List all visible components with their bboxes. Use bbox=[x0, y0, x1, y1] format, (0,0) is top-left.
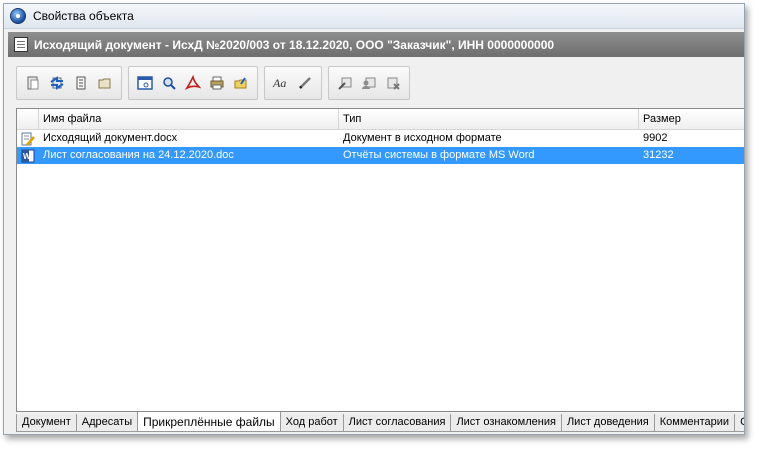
word-document-icon: W bbox=[17, 147, 39, 164]
file-type: Отчёты системы в формате MS Word bbox=[343, 149, 535, 161]
sign-user-icon[interactable] bbox=[358, 72, 380, 94]
pdf-icon[interactable] bbox=[182, 72, 204, 94]
list-header: Имя файла Тип Размер bbox=[17, 109, 744, 130]
file-size: 31232 bbox=[643, 149, 674, 161]
column-header-name[interactable]: Имя файла bbox=[39, 109, 339, 129]
title-bar[interactable]: Свойства объекта bbox=[4, 4, 744, 29]
properties-window: Свойства объекта Исходящий документ - Ис… bbox=[3, 3, 745, 435]
toolbar-group-view bbox=[128, 66, 258, 100]
tab-familiarization-sheet[interactable]: Лист ознакомления bbox=[450, 414, 562, 432]
tab-work-progress[interactable]: Ход работ bbox=[279, 414, 344, 432]
table-row[interactable]: Исходящий документ.docx Документ в исход… bbox=[17, 130, 744, 147]
window-title: Свойства объекта bbox=[33, 9, 134, 23]
toolbar-group-sign bbox=[328, 66, 410, 100]
attached-files-list[interactable]: Имя файла Тип Размер Исходящий документ.… bbox=[16, 108, 744, 412]
toolbar-group-edit: Aa bbox=[264, 66, 322, 100]
tab-comments[interactable]: Комментарии bbox=[653, 414, 736, 432]
table-row[interactable]: W Лист согласования на 24.12.2020.doc От… bbox=[17, 147, 744, 164]
search-icon[interactable] bbox=[158, 72, 180, 94]
folder-icon[interactable] bbox=[94, 72, 116, 94]
font-icon[interactable]: Aa bbox=[270, 72, 292, 94]
object-title: Исходящий документ - ИсхД №2020/003 от 1… bbox=[34, 37, 555, 52]
preview-icon[interactable] bbox=[134, 72, 156, 94]
pen-icon[interactable] bbox=[294, 72, 316, 94]
tab-properties[interactable]: Св bbox=[734, 414, 744, 432]
toolbar: Aa bbox=[16, 66, 410, 100]
object-header-bar: Исходящий документ - ИсхД №2020/003 от 1… bbox=[8, 32, 744, 57]
bottom-tabs: Документ Адресаты Прикреплённые файлы Хо… bbox=[16, 412, 744, 432]
svg-text:Aa: Aa bbox=[272, 76, 286, 90]
print-icon[interactable] bbox=[206, 72, 228, 94]
register-book-icon[interactable] bbox=[70, 72, 92, 94]
document-props-icon[interactable] bbox=[22, 72, 44, 94]
document-icon bbox=[14, 37, 28, 52]
remove-sign-icon[interactable] bbox=[382, 72, 404, 94]
column-header-size[interactable]: Размер bbox=[639, 109, 744, 129]
column-header-type[interactable]: Тип bbox=[339, 109, 639, 129]
refresh-arrows-icon[interactable] bbox=[46, 72, 68, 94]
sign-icon[interactable] bbox=[334, 72, 356, 94]
tab-delivery-sheet[interactable]: Лист доведения bbox=[560, 414, 655, 432]
file-name: Лист согласования на 24.12.2020.doc bbox=[43, 149, 234, 161]
svg-text:W: W bbox=[23, 152, 31, 161]
export-icon[interactable] bbox=[230, 72, 252, 94]
file-size: 9902 bbox=[643, 132, 668, 144]
column-header-icon[interactable] bbox=[17, 109, 39, 129]
edit-document-icon bbox=[17, 130, 39, 147]
tab-approval-sheet[interactable]: Лист согласования bbox=[342, 414, 452, 432]
tab-addressees[interactable]: Адресаты bbox=[75, 414, 139, 432]
toolbar-group-document bbox=[16, 66, 122, 100]
app-icon bbox=[10, 8, 26, 24]
tab-attached-files[interactable]: Прикреплённые файлы bbox=[137, 412, 281, 432]
file-type: Документ в исходном формате bbox=[343, 132, 502, 144]
tab-document[interactable]: Документ bbox=[16, 414, 77, 432]
file-name: Исходящий документ.docx bbox=[43, 132, 178, 144]
